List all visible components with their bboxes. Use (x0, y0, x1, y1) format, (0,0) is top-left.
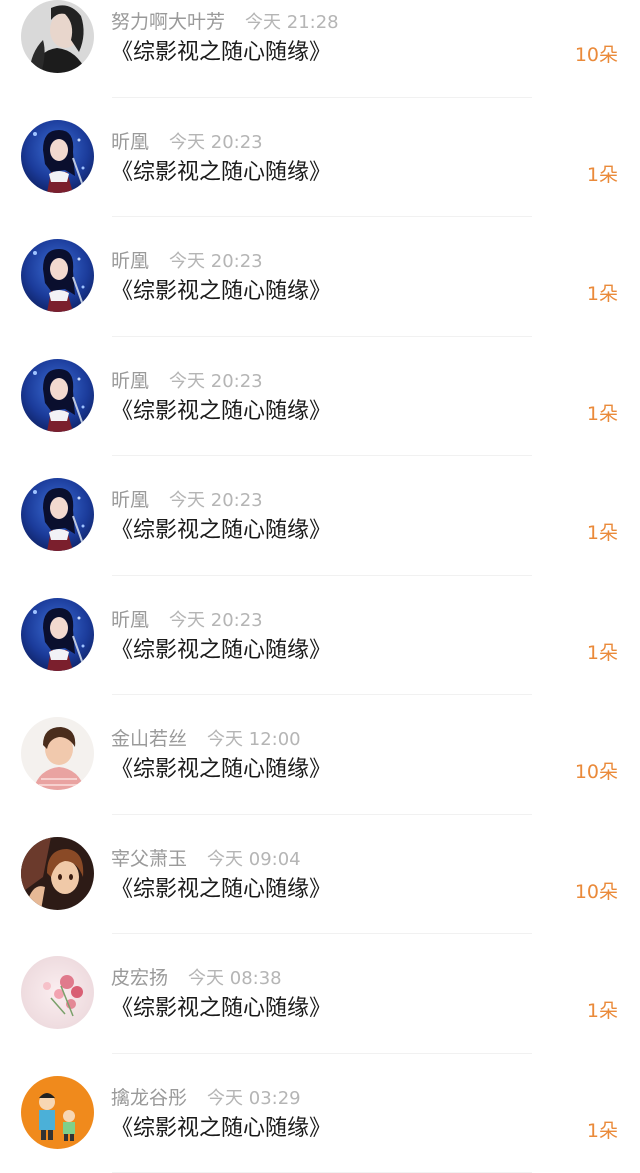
list-item[interactable]: 昕凰今天 20:23 《综影视之随心随缘》 1朵 (0, 576, 640, 696)
item-meta: 昕凰今天 20:23 (111, 369, 263, 393)
timestamp: 今天 12:00 (207, 729, 301, 750)
list-item[interactable]: 昕凰今天 20:23 《综影视之随心随缘》 1朵 (0, 456, 640, 576)
gift-count: 10朵 (575, 757, 618, 787)
list-item[interactable]: 擒龙谷彤今天 03:29 《综影视之随心随缘》 1朵 (0, 1054, 640, 1173)
username[interactable]: 擒龙谷彤 (111, 1087, 187, 1109)
timestamp: 今天 21:28 (245, 12, 339, 33)
timestamp: 今天 20:23 (169, 490, 263, 511)
timestamp: 今天 20:23 (169, 371, 263, 392)
anime-girl-avatar[interactable] (21, 598, 94, 671)
gift-count: 1朵 (587, 279, 618, 309)
book-title[interactable]: 《综影视之随心随缘》 (111, 636, 331, 666)
timestamp: 今天 03:29 (207, 1088, 301, 1109)
item-meta: 皮宏扬今天 08:38 (111, 966, 282, 990)
anime-girl-avatar[interactable] (21, 359, 94, 432)
gift-record-list: 努力啊大叶芳今天 21:28 《综影视之随心随缘》 10朵 昕凰今天 20:23… (0, 0, 640, 1129)
item-meta: 擒龙谷彤今天 03:29 (111, 1086, 301, 1110)
username[interactable]: 皮宏扬 (111, 967, 168, 989)
item-meta: 昕凰今天 20:23 (111, 130, 263, 154)
username[interactable]: 金山若丝 (111, 728, 187, 750)
book-title[interactable]: 《综影视之随心随缘》 (111, 516, 331, 546)
timestamp: 今天 20:23 (169, 132, 263, 153)
list-item[interactable]: 金山若丝今天 12:00 《综影视之随心随缘》 10朵 (0, 695, 640, 815)
list-item[interactable]: 昕凰今天 20:23 《综影视之随心随缘》 1朵 (0, 337, 640, 457)
username[interactable]: 努力啊大叶芳 (111, 11, 225, 33)
gift-count: 1朵 (587, 160, 618, 190)
timestamp: 今天 20:23 (169, 251, 263, 272)
timestamp: 今天 09:04 (207, 849, 301, 870)
item-meta: 努力啊大叶芳今天 21:28 (111, 10, 339, 34)
gift-count: 10朵 (575, 877, 618, 907)
list-item[interactable]: 宰父萧玉今天 09:04 《综影视之随心随缘》 10朵 (0, 815, 640, 935)
gift-count: 1朵 (587, 518, 618, 548)
book-title[interactable]: 《综影视之随心随缘》 (111, 158, 331, 188)
username[interactable]: 昕凰 (111, 489, 149, 511)
anime-girl-avatar[interactable] (21, 120, 94, 193)
gift-count: 1朵 (587, 1116, 618, 1146)
flowers-avatar[interactable] (21, 956, 94, 1029)
gift-count: 10朵 (575, 40, 618, 70)
item-meta: 昕凰今天 20:23 (111, 488, 263, 512)
item-meta: 昕凰今天 20:23 (111, 608, 263, 632)
gift-count: 1朵 (587, 996, 618, 1026)
book-title[interactable]: 《综影视之随心随缘》 (111, 38, 331, 68)
child-portrait-avatar[interactable] (21, 717, 94, 790)
username[interactable]: 昕凰 (111, 370, 149, 392)
book-title[interactable]: 《综影视之随心随缘》 (111, 277, 331, 307)
item-meta: 昕凰今天 20:23 (111, 249, 263, 273)
book-title[interactable]: 《综影视之随心随缘》 (111, 755, 331, 785)
username[interactable]: 昕凰 (111, 250, 149, 272)
woman-portrait-avatar[interactable] (21, 0, 94, 73)
username[interactable]: 宰父萧玉 (111, 848, 187, 870)
list-item[interactable]: 皮宏扬今天 08:38 《综影视之随心随缘》 1朵 (0, 934, 640, 1054)
anime-boy-avatar[interactable] (21, 837, 94, 910)
gift-count: 1朵 (587, 399, 618, 429)
anime-girl-avatar[interactable] (21, 239, 94, 312)
username[interactable]: 昕凰 (111, 609, 149, 631)
username[interactable]: 昕凰 (111, 131, 149, 153)
book-title[interactable]: 《综影视之随心随缘》 (111, 397, 331, 427)
anime-girl-avatar[interactable] (21, 478, 94, 551)
item-meta: 宰父萧玉今天 09:04 (111, 847, 301, 871)
list-item[interactable]: 昕凰今天 20:23 《综影视之随心随缘》 1朵 (0, 98, 640, 218)
timestamp: 今天 08:38 (188, 968, 282, 989)
cartoon-family-avatar[interactable] (21, 1076, 94, 1149)
book-title[interactable]: 《综影视之随心随缘》 (111, 1114, 331, 1144)
gift-count: 1朵 (587, 638, 618, 668)
list-item[interactable]: 昕凰今天 20:23 《综影视之随心随缘》 1朵 (0, 217, 640, 337)
book-title[interactable]: 《综影视之随心随缘》 (111, 994, 331, 1024)
timestamp: 今天 20:23 (169, 610, 263, 631)
item-meta: 金山若丝今天 12:00 (111, 727, 301, 751)
list-item[interactable]: 努力啊大叶芳今天 21:28 《综影视之随心随缘》 10朵 (0, 0, 640, 98)
book-title[interactable]: 《综影视之随心随缘》 (111, 875, 331, 905)
